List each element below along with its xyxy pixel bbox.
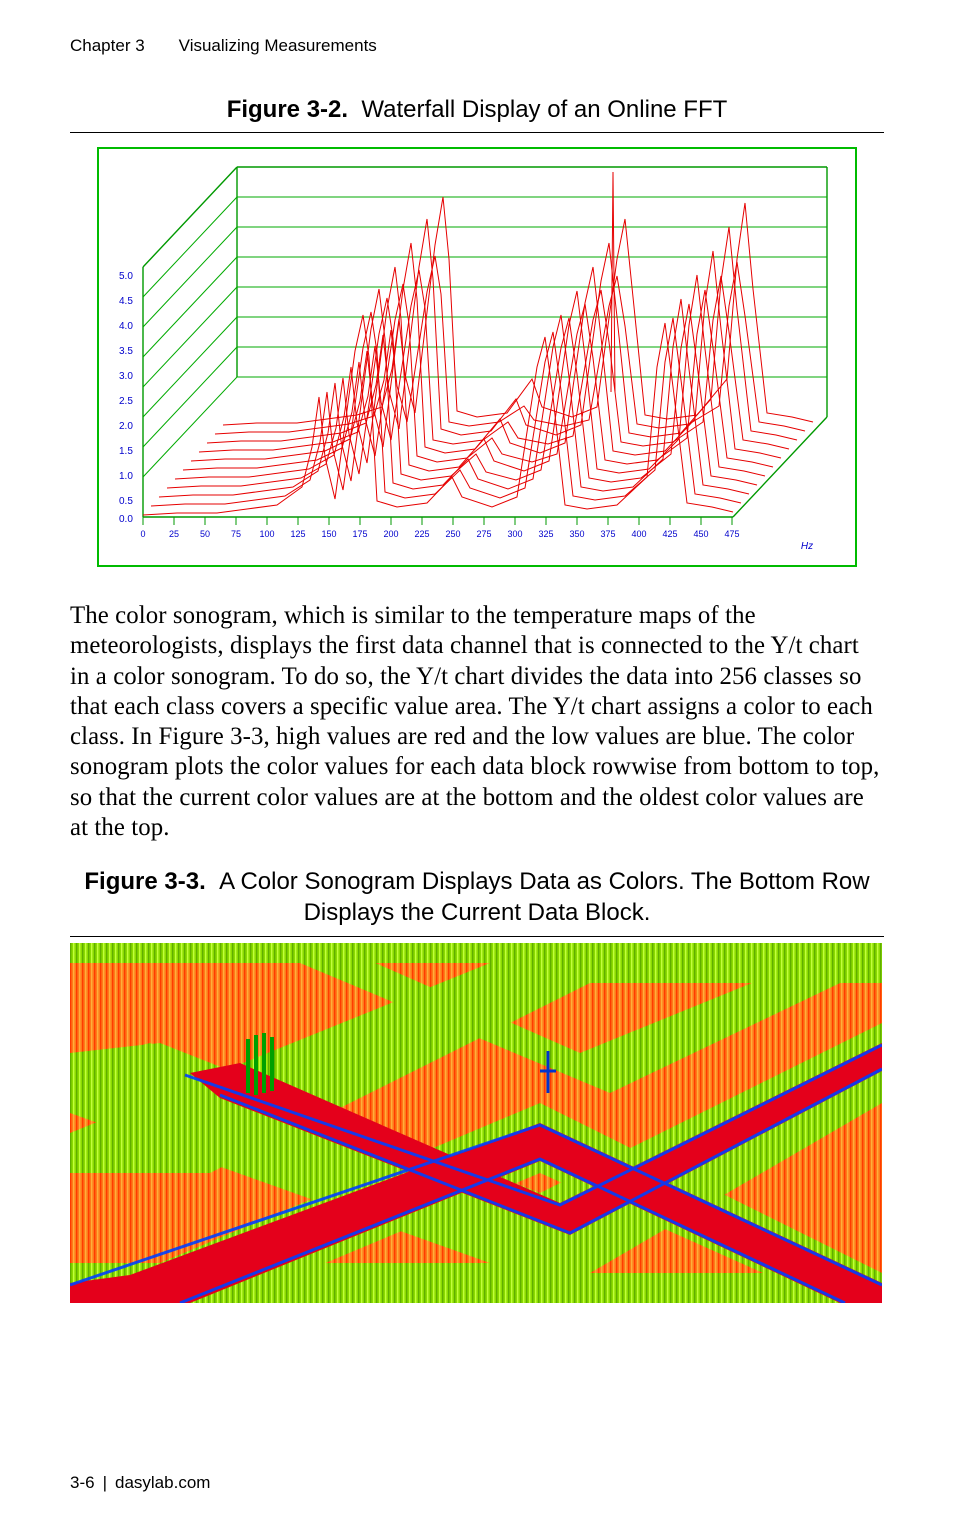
svg-text:4.0: 4.0 [119, 321, 133, 332]
figure-3-2-rule [70, 132, 884, 133]
svg-text:375: 375 [600, 529, 615, 539]
figure-3-3-label: Figure 3-3. [84, 868, 205, 895]
page-header: Chapter 3 Visualizing Measurements [70, 36, 884, 56]
svg-text:Hz: Hz [801, 541, 813, 552]
svg-text:425: 425 [662, 529, 677, 539]
body-paragraph: The color sonogram, which is similar to … [70, 601, 884, 843]
svg-text:5.0: 5.0 [119, 271, 133, 282]
svg-text:350: 350 [569, 529, 584, 539]
svg-text:475: 475 [724, 529, 739, 539]
svg-text:2.5: 2.5 [119, 396, 133, 407]
figure-3-3-text-1: A Color Sonogram Displays Data as Colors… [219, 868, 870, 895]
svg-text:225: 225 [414, 529, 429, 539]
sonogram-plot [70, 943, 882, 1303]
svg-text:300: 300 [507, 529, 522, 539]
svg-text:175: 175 [352, 529, 367, 539]
waterfall-plot: 5.0 4.5 4.0 3.5 3.0 2.5 2.0 1.5 1.0 0.5 … [97, 147, 857, 567]
figure-3-2: 5.0 4.5 4.0 3.5 3.0 2.5 2.0 1.5 1.0 0.5 … [97, 147, 857, 567]
svg-text:325: 325 [538, 529, 553, 539]
svg-text:3.0: 3.0 [119, 371, 133, 382]
svg-text:2.0: 2.0 [119, 421, 133, 432]
svg-text:25: 25 [169, 529, 179, 539]
svg-text:0.0: 0.0 [119, 514, 133, 525]
svg-text:275: 275 [476, 529, 491, 539]
svg-text:0: 0 [140, 529, 145, 539]
svg-text:400: 400 [631, 529, 646, 539]
svg-text:125: 125 [290, 529, 305, 539]
chapter-label: Chapter 3 [70, 36, 145, 55]
svg-text:200: 200 [383, 529, 398, 539]
svg-text:75: 75 [231, 529, 241, 539]
page: Chapter 3 Visualizing Measurements Figure… [0, 0, 954, 1523]
svg-text:100: 100 [259, 529, 274, 539]
svg-text:150: 150 [321, 529, 336, 539]
page-number: 3-6 [70, 1473, 95, 1492]
figure-3-2-label: Figure 3-2. [227, 96, 348, 123]
figure-3-3-caption: Figure 3-3. A Color Sonogram Displays Da… [70, 867, 884, 928]
figure-3-3-rule [70, 936, 884, 937]
svg-text:4.5: 4.5 [119, 296, 133, 307]
svg-text:450: 450 [693, 529, 708, 539]
footer-site: dasylab.com [115, 1473, 210, 1492]
figure-3-3-text-2: Displays the Current Data Block. [304, 899, 651, 926]
svg-text:3.5: 3.5 [119, 346, 133, 357]
svg-text:0.5: 0.5 [119, 496, 133, 507]
svg-text:1.5: 1.5 [119, 446, 133, 457]
figure-3-2-text: Waterfall Display of an Online FFT [361, 96, 727, 123]
page-footer: 3-6|dasylab.com [70, 1473, 210, 1493]
svg-text:50: 50 [200, 529, 210, 539]
svg-text:250: 250 [445, 529, 460, 539]
section-title: Visualizing Measurements [179, 36, 377, 55]
figure-3-3 [70, 943, 882, 1303]
figure-3-2-caption: Figure 3-2. Waterfall Display of an Onli… [70, 96, 884, 124]
svg-text:1.0: 1.0 [119, 471, 133, 482]
